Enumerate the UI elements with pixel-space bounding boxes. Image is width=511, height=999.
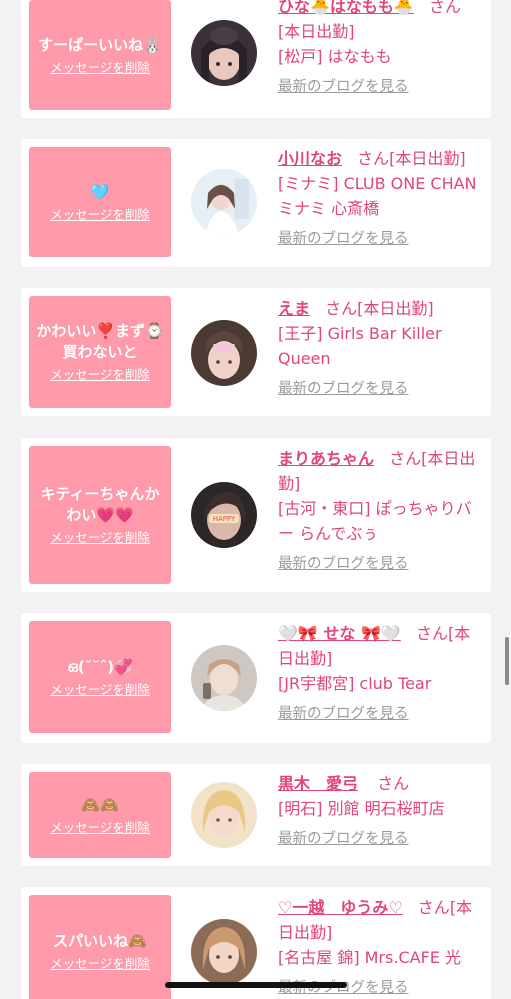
message-card: ഒ(˘˘ˆ)💞 メッセージを削除 🤍🎀 せな 🎀🤍 さん[本日出勤] [JR宇都… [21,613,491,743]
profile-info: 小川なお さん[本日出勤] [ミナミ] CLUB ONE CHAN ミナミ 心斎… [278,146,478,252]
profile-info: ひな🐣はなもも🐣 さん [本日出勤] [松戸] はなもも 最新のブログを見る [278,0,478,100]
shop-name: [古河・東口] ぽっちゃりバー らんでぶぅ [278,499,472,543]
message-box: 🙈🙈 メッセージを削除 [29,772,171,858]
avatar[interactable] [191,320,257,386]
profile-info: 黒木 愛弓 さん [明石] 別館 明石桜町店 最新のブログを見る [278,771,478,852]
message-box: スパいいね🙈 メッセージを削除 [29,895,171,999]
profile-name[interactable]: ひな🐣はなもも🐣 [278,0,414,16]
avatar[interactable] [191,169,257,235]
message-card: キティーちゃんかわい💗💗 メッセージを削除 HAPPY まりあちゃん さん[本日… [21,438,491,592]
message-text: ഒ(˘˘ˆ)💞 [67,657,133,676]
home-indicator[interactable] [165,982,347,988]
message-text: すーぱーいいね🐰 [38,35,162,54]
message-box: ഒ(˘˘ˆ)💞 メッセージを削除 [29,621,171,733]
profile-name[interactable]: えま [278,299,310,318]
profile-info: えま さん[本日出勤] [王子] Girls Bar Killer Queen … [278,296,478,402]
shop-name: [王子] Girls Bar Killer Queen [278,324,442,368]
message-card: 🙈🙈 メッセージを削除 黒木 愛弓 さん [明石] 別館 明石桜町店 最新のブロ… [21,764,491,866]
svg-text:HAPPY: HAPPY [213,515,236,523]
message-text: スパいいね🙈 [53,931,147,950]
avatar[interactable] [191,782,257,848]
shop-name: [名古屋 錦] Mrs.CAFE 光 [278,948,461,967]
shop-name: [明石] 別館 明石桜町店 [278,799,445,818]
shop-name: [松戸] はなもも [278,47,392,66]
message-card: 🩵 メッセージを削除 小川なお さん[本日出勤] [ミナミ] CLUB ONE … [21,139,491,267]
message-text: 🩵 [90,182,110,201]
profile-name[interactable]: ♡一越 ゆうみ♡ [278,898,403,917]
work-status: [本日出勤] [357,299,434,318]
delete-message-link[interactable]: メッセージを削除 [50,956,150,972]
message-text: かわいい❣️まず⌚️買わないと [36,322,164,361]
profile-name[interactable]: 黒木 愛弓 [278,774,358,793]
avatar[interactable] [191,20,257,86]
message-box: 🩵 メッセージを削除 [29,147,171,257]
work-status: [本日出勤] [278,22,355,41]
honorific: さん [377,774,410,793]
avatar[interactable] [191,919,257,985]
message-card: すーぱーいいね🐰 メッセージを削除 ひな🐣はなもも🐣 さん [本日出勤] [松戸… [21,0,491,118]
latest-blog-link[interactable]: 最新のブログを見る [278,552,409,577]
message-list: すーぱーいいね🐰 メッセージを削除 ひな🐣はなもも🐣 さん [本日出勤] [松戸… [0,0,511,999]
shop-name: [JR宇都宮] club Tear [278,674,432,693]
profile-name[interactable]: まりあちゃん [278,449,374,468]
honorific: さん [417,898,450,917]
profile-info: 🤍🎀 せな 🎀🤍 さん[本日出勤] [JR宇都宮] club Tear 最新のブ… [278,621,478,727]
latest-blog-link[interactable]: 最新のブログを見る [278,227,409,252]
delete-message-link[interactable]: メッセージを削除 [50,367,150,383]
delete-message-link[interactable]: メッセージを削除 [50,530,150,546]
honorific: さん [389,449,422,468]
delete-message-link[interactable]: メッセージを削除 [50,207,150,223]
message-box: かわいい❣️まず⌚️買わないと メッセージを削除 [29,296,171,408]
message-box: キティーちゃんかわい💗💗 メッセージを削除 [29,446,171,584]
avatar[interactable] [191,645,257,711]
scrollbar[interactable] [505,637,509,685]
latest-blog-link[interactable]: 最新のブログを見る [278,75,409,100]
latest-blog-link[interactable]: 最新のブログを見る [278,377,409,402]
message-box: すーぱーいいね🐰 メッセージを削除 [29,0,171,110]
delete-message-link[interactable]: メッセージを削除 [50,682,150,698]
profile-name[interactable]: 🤍🎀 せな 🎀🤍 [278,624,401,643]
shop-name: [ミナミ] CLUB ONE CHAN ミナミ 心斎橋 [278,174,477,218]
latest-blog-link[interactable]: 最新のブログを見る [278,702,409,727]
honorific: さん [415,624,448,643]
delete-message-link[interactable]: メッセージを削除 [50,820,150,836]
work-status: [本日出勤] [389,149,466,168]
avatar[interactable]: HAPPY [191,482,257,548]
honorific: さん [325,299,358,318]
delete-message-link[interactable]: メッセージを削除 [50,60,150,76]
honorific: さん [428,0,461,16]
message-card: かわいい❣️まず⌚️買わないと メッセージを削除 えま さん[本日出勤] [王子… [21,288,491,416]
honorific: さん [357,149,390,168]
profile-name[interactable]: 小川なお [278,149,342,168]
profile-info: まりあちゃん さん[本日出勤] [古河・東口] ぽっちゃりバー らんでぶぅ 最新… [278,446,478,577]
latest-blog-link[interactable]: 最新のブログを見る [278,827,409,852]
message-text: 🙈🙈 [81,795,119,814]
message-text: キティーちゃんかわい💗💗 [40,485,160,524]
